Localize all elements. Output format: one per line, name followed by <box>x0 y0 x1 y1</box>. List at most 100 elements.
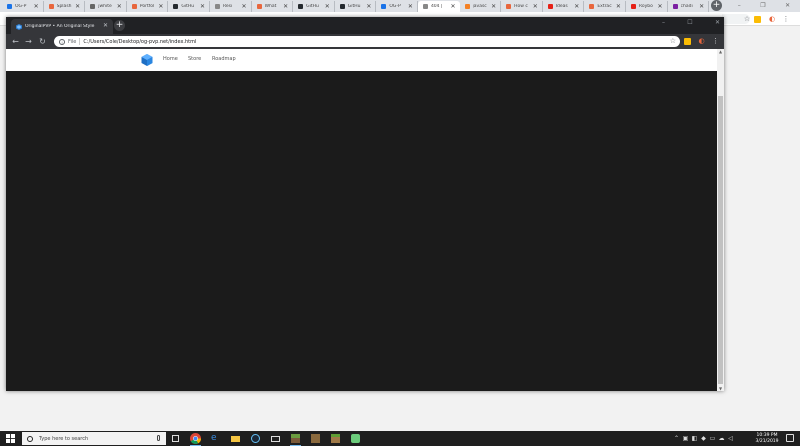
url-text[interactable]: C:/Users/Cole/Desktop/og-pvp.net/index.h… <box>83 39 196 45</box>
back-button[interactable]: ← <box>10 36 21 47</box>
background-tab-title: 404 | <box>430 4 443 9</box>
background-tab[interactable]: What ✕ <box>252 1 294 12</box>
background-tab[interactable]: OG-P ✕ <box>376 1 418 12</box>
tray-app-icon[interactable]: ◧ <box>690 435 699 442</box>
close-icon[interactable]: ✕ <box>200 3 205 10</box>
task-view-icon[interactable] <box>170 433 181 444</box>
background-tab[interactable]: javasc ✕ <box>460 1 502 12</box>
close-icon[interactable]: ✕ <box>75 3 80 10</box>
close-icon[interactable]: ✕ <box>657 3 662 10</box>
background-tab[interactable]: GitHu ✕ <box>168 1 210 12</box>
background-tabs: OG-P ✕ Splash ✕ jwhite ✕ Portfol ✕ GitHu ✕ Resi ✕ Wh… <box>2 0 710 12</box>
menu-icon[interactable]: ⋮ <box>710 36 721 47</box>
forward-button[interactable]: → <box>23 36 34 47</box>
mail-icon[interactable] <box>270 433 281 444</box>
taskbar-search[interactable]: Type here to search <box>22 432 166 445</box>
close-icon[interactable]: ✕ <box>34 3 39 10</box>
close-icon[interactable]: ✕ <box>242 3 247 10</box>
edge-icon[interactable]: e <box>210 433 221 444</box>
windows-start-icon[interactable] <box>6 434 15 443</box>
nav-link-store[interactable]: Store <box>188 56 201 62</box>
background-tab[interactable]: 404 | ✕ <box>417 1 460 12</box>
tray-app-icon[interactable]: ▣ <box>681 435 690 442</box>
close-button[interactable]: ✕ <box>785 2 790 9</box>
dropbox-icon[interactable]: ◆ <box>699 435 708 442</box>
minimize-button[interactable]: – <box>738 2 741 9</box>
background-tab-title: OG-P <box>389 4 401 9</box>
close-icon[interactable]: ✕ <box>574 3 579 10</box>
close-icon[interactable]: ✕ <box>699 3 704 10</box>
scrollbar-thumb[interactable] <box>718 96 723 384</box>
close-icon[interactable]: ✕ <box>616 3 621 10</box>
network-icon[interactable]: ▭ <box>708 435 717 442</box>
background-tab[interactable]: GitHu ✕ <box>293 1 335 12</box>
close-icon[interactable]: ✕ <box>451 3 456 10</box>
minecraft-grass-icon[interactable] <box>330 433 341 444</box>
page-viewport: Home Store Roadmap ▲ ▼ <box>6 49 724 391</box>
tab-favicon-icon <box>506 4 512 9</box>
info-icon[interactable]: i <box>59 38 65 45</box>
close-icon[interactable]: ✕ <box>117 3 122 10</box>
close-icon[interactable]: ✕ <box>491 3 496 10</box>
volume-icon[interactable]: ◁ <box>726 435 735 442</box>
close-icon[interactable]: ✕ <box>366 3 371 10</box>
background-tab-title: Ideas <box>555 4 568 9</box>
new-tab-button[interactable]: + <box>114 20 125 31</box>
nav-link-home[interactable]: Home <box>163 56 178 62</box>
close-icon[interactable]: ✕ <box>283 3 288 10</box>
close-icon[interactable]: ✕ <box>158 3 163 10</box>
steam-icon[interactable] <box>250 433 261 444</box>
menu-icon[interactable]: ⋮ <box>781 14 791 24</box>
background-tab[interactable]: Ideas ✕ <box>543 1 585 12</box>
minecraft-launcher-icon[interactable] <box>310 433 321 444</box>
background-tab[interactable]: Portfol ✕ <box>127 1 169 12</box>
background-tab[interactable]: Extrac ✕ <box>584 1 626 12</box>
file-explorer-icon[interactable] <box>230 433 241 444</box>
background-tab[interactable]: GitHu ✕ <box>335 1 377 12</box>
clock[interactable]: 10:39 PM 3/21/2019 <box>750 433 784 444</box>
onedrive-icon[interactable]: ☁ <box>717 435 726 442</box>
microphone-icon[interactable] <box>157 435 160 441</box>
close-icon[interactable]: ✕ <box>533 3 538 10</box>
background-tab-title: Roybo <box>638 4 653 9</box>
notifications-icon[interactable] <box>786 434 794 442</box>
chevron-up-icon[interactable]: ⌃ <box>672 435 681 442</box>
background-window-controls: – ❐ ✕ <box>728 0 800 10</box>
bluestacks-icon[interactable] <box>350 433 361 444</box>
minimize-button[interactable]: – <box>662 19 665 26</box>
scroll-down-arrow-icon[interactable]: ▼ <box>717 386 724 391</box>
background-tab[interactable]: Splash ✕ <box>44 1 86 12</box>
address-bar[interactable]: i File C:/Users/Cole/Desktop/og-pvp.net/… <box>54 36 680 47</box>
scroll-up-arrow-icon[interactable]: ▲ <box>717 49 724 54</box>
restore-button[interactable]: ❐ <box>760 2 765 9</box>
maximize-button[interactable]: ☐ <box>687 19 692 26</box>
extension-icon[interactable] <box>754 16 761 23</box>
close-button[interactable]: ✕ <box>715 19 720 26</box>
background-tab[interactable]: How c ✕ <box>501 1 543 12</box>
background-tab-title: GitHu <box>347 4 361 9</box>
reload-button[interactable]: ↻ <box>37 36 48 47</box>
scrollbar[interactable]: ▲ ▼ <box>717 49 724 391</box>
minecraft-icon[interactable] <box>290 433 301 446</box>
nav-link-roadmap[interactable]: Roadmap <box>212 56 236 62</box>
tab-active[interactable]: OriginalPVP • An Original Style ✕ <box>11 19 113 34</box>
tab-favicon-icon <box>298 4 304 9</box>
background-tab[interactable]: Resi ✕ <box>210 1 252 12</box>
star-icon[interactable]: ☆ <box>742 14 752 24</box>
background-tab[interactable]: jwhite ✕ <box>85 1 127 12</box>
extension-icon[interactable]: ◐ <box>696 36 707 47</box>
close-icon[interactable]: ✕ <box>325 3 330 10</box>
site-logo-icon[interactable] <box>141 54 153 66</box>
chrome-icon[interactable] <box>190 433 201 446</box>
extension-icon[interactable]: ◐ <box>767 14 777 24</box>
close-icon[interactable]: ✕ <box>408 3 413 10</box>
star-icon[interactable]: ☆ <box>670 36 676 47</box>
tab-favicon-icon <box>214 4 220 9</box>
extension-icon[interactable] <box>682 36 693 47</box>
background-tab[interactable]: OG-P ✕ <box>2 1 44 12</box>
background-new-tab-button[interactable]: + <box>711 0 722 11</box>
background-tab[interactable]: Roybo ✕ <box>626 1 668 12</box>
background-tab[interactable]: chadi ✕ <box>668 1 710 12</box>
close-icon[interactable]: ✕ <box>103 22 108 29</box>
background-tab-title: OG-P <box>15 4 27 9</box>
